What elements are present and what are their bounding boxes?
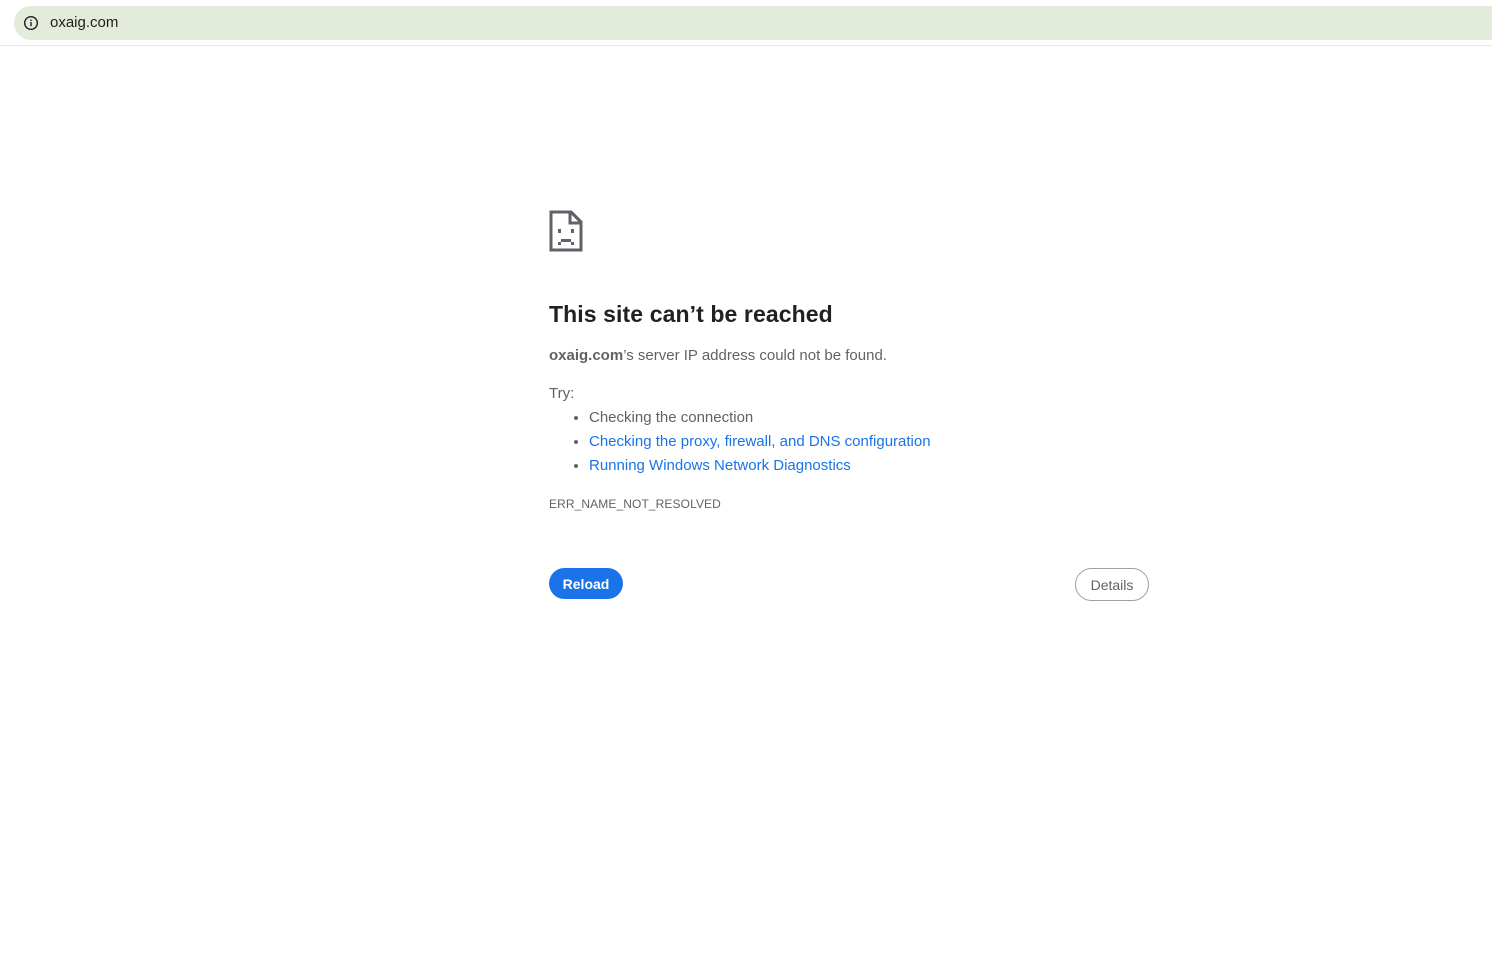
reload-button[interactable]: Reload (549, 568, 623, 599)
error-host: oxaig.com (549, 347, 624, 364)
try-label: Try: (549, 385, 575, 402)
suggestion-label: Checking the connection (589, 409, 754, 426)
suggestion-proxy-link[interactable]: Checking the proxy, firewall, and DNS co… (589, 433, 931, 450)
error-code: ERR_NAME_NOT_RESOLVED (549, 497, 721, 511)
suggestion-network-diagnostics: Running Windows Network Diagnostics (589, 454, 1149, 478)
sad-page-icon (549, 210, 583, 252)
details-button[interactable]: Details (1075, 568, 1149, 601)
suggestions-list: Checking the connection Checking the pro… (549, 406, 1149, 478)
address-bar-container: oxaig.com (0, 0, 1492, 46)
omnibox[interactable]: oxaig.com (14, 6, 1492, 40)
error-main-message: This site can’t be reached oxaig.com’s s… (549, 296, 1149, 516)
url-text[interactable]: oxaig.com (50, 6, 118, 40)
page-title: This site can’t be reached (549, 301, 833, 327)
error-description-text: ’s server IP address could not be found. (623, 347, 887, 364)
suggestion-diagnostics-link[interactable]: Running Windows Network Diagnostics (589, 457, 851, 474)
error-description: oxaig.com’s server IP address could not … (549, 344, 1149, 368)
info-circle-icon[interactable] (16, 8, 46, 38)
suggestion-check-proxy: Checking the proxy, firewall, and DNS co… (589, 430, 1149, 454)
suggestion-check-connection: Checking the connection (589, 406, 1149, 430)
